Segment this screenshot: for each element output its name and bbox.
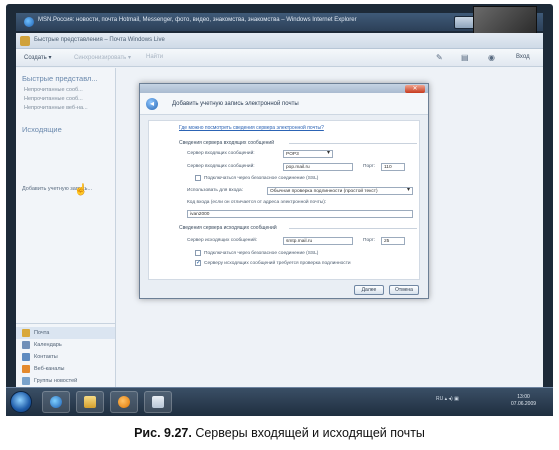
module-feeds[interactable]: Веб-каналы — [22, 364, 65, 374]
outgoing-port-input[interactable]: 25 — [381, 237, 405, 245]
newsgroups-icon — [22, 377, 30, 385]
media-player-icon — [118, 396, 130, 408]
internet-explorer-icon — [50, 396, 62, 408]
outgoing-server-input[interactable]: smtp.mail.ru — [283, 237, 353, 245]
quick-view-item[interactable]: Непрочитанные сооб... — [24, 87, 83, 93]
dialog-close-button[interactable]: ✕ — [405, 85, 425, 93]
checkbox-box[interactable] — [195, 175, 201, 181]
incoming-server-input[interactable]: pop.mail.ru — [283, 163, 353, 171]
checkbox-box[interactable] — [195, 250, 201, 256]
quick-view-item[interactable]: Непрочитанные сооб... — [24, 96, 83, 102]
dialog-body: Где можно посмотреть сведения сервера эл… — [148, 120, 420, 280]
help-icon[interactable]: ◉ — [488, 53, 495, 62]
module-mail[interactable]: Почта — [22, 328, 49, 338]
server-type-label: Сервер входящих сообщений: — [187, 151, 255, 156]
internet-explorer-icon — [24, 17, 34, 27]
pen-icon[interactable]: ✎ — [436, 53, 443, 62]
port-label: Порт: — [363, 238, 376, 243]
screen-photo-frame: MSN.Россия: новости, почта Hotmail, Mess… — [6, 4, 553, 416]
outbox-heading[interactable]: Исходящие — [22, 125, 62, 134]
outgoing-auth-checkbox[interactable]: ✓ Серверу исходящих сообщений требуется … — [195, 260, 351, 266]
signin-button[interactable]: Вход — [516, 54, 530, 60]
mail-icon — [152, 396, 164, 408]
rss-feed-icon — [22, 365, 30, 373]
taskbar-ie[interactable] — [42, 391, 70, 413]
checkbox-label: Подключаться через безопасное соединение… — [204, 175, 319, 181]
taskbar-media-player[interactable] — [110, 391, 138, 413]
cancel-button[interactable]: Отмена — [389, 285, 419, 295]
sidebar-divider — [16, 323, 116, 324]
contacts-icon — [22, 353, 30, 361]
outgoing-ssl-checkbox[interactable]: Подключаться через безопасное соединение… — [195, 250, 318, 256]
mail-toolbar: Создать ▾ Синхронизировать ▾ Найти ✎ ▤ ◉… — [16, 49, 543, 67]
ie-window-title: MSN.Россия: новости, почта Hotmail, Mess… — [38, 17, 357, 23]
module-label: Почта — [34, 330, 50, 336]
clock-time: 13:00 — [517, 394, 530, 400]
checkbox-label: Серверу исходящих сообщений требуется пр… — [204, 260, 351, 266]
module-newsgroups[interactable]: Группы новостей — [22, 376, 77, 386]
clock-date: 07.06.2009 — [511, 401, 537, 407]
sync-button[interactable]: Синхронизировать ▾ — [74, 54, 131, 61]
quick-views-heading[interactable]: Быстрые представл... — [22, 74, 98, 83]
folder-sidebar: Быстрые представл... Непрочитанные сооб.… — [16, 68, 116, 391]
figure-caption: Рис. 9.27. Серверы входящей и исходящей … — [0, 426, 559, 440]
mail-app-icon — [20, 36, 30, 46]
next-button[interactable]: Далее — [354, 285, 384, 295]
incoming-port-input[interactable]: 110 — [381, 163, 405, 171]
clock[interactable]: 13:00 07.06.2009 — [511, 394, 536, 408]
server-help-link[interactable]: Где можно посмотреть сведения сервера эл… — [179, 125, 324, 131]
section-divider — [289, 143, 417, 144]
outgoing-section-heading: Сведения сервера исходящих сообщений — [179, 225, 277, 231]
server-type-select[interactable]: POP3 — [283, 150, 333, 158]
login-id-input[interactable]: ivan2000 — [187, 210, 413, 218]
back-arrow-icon[interactable]: ◂ — [146, 98, 158, 110]
mouse-cursor-icon: ☝ — [74, 184, 88, 196]
folder-icon — [84, 396, 96, 408]
ie-titlebar: MSN.Россия: новости, почта Hotmail, Mess… — [16, 13, 543, 31]
module-contacts[interactable]: Контакты — [22, 352, 58, 362]
dialog-titlebar: ✕ — [140, 84, 428, 93]
auth-method-select[interactable]: Обычная проверка подлинности (простой те… — [267, 187, 413, 195]
window-thumbnail-preview — [473, 6, 537, 34]
module-label: Календарь — [34, 342, 62, 348]
add-email-account-dialog: ✕ ◂ Добавить учетную запись электронной … — [139, 83, 429, 299]
incoming-ssl-checkbox[interactable]: Подключаться через безопасное соединение… — [195, 175, 318, 181]
incoming-section-heading: Сведения сервера входящих сообщений — [179, 140, 274, 146]
menu-icon[interactable]: ▤ — [461, 53, 469, 62]
taskbar-explorer[interactable] — [76, 391, 104, 413]
incoming-server-label: Сервер входящих сообщений: — [187, 164, 255, 169]
section-divider — [289, 228, 417, 229]
figure-caption-text: Серверы входящей и исходящей почты — [195, 426, 425, 440]
create-button[interactable]: Создать ▾ — [24, 54, 51, 61]
find-button[interactable]: Найти — [146, 54, 163, 60]
outgoing-server-label: Сервер исходящих сообщений: — [187, 238, 258, 243]
quick-view-item[interactable]: Непрочитанные веб-на... — [24, 105, 88, 111]
module-calendar[interactable]: Календарь — [22, 340, 62, 350]
login-id-label: Код входа (если он отличается от адреса … — [187, 200, 327, 205]
start-button-icon[interactable] — [10, 391, 32, 413]
module-label: Группы новостей — [34, 378, 78, 384]
checkbox-checked-icon[interactable]: ✓ — [195, 260, 201, 266]
port-label: Порт: — [363, 164, 376, 169]
dialog-title: Добавить учетную запись электронной почт… — [172, 101, 299, 107]
calendar-icon — [22, 341, 30, 349]
checkbox-label: Подключаться через безопасное соединение… — [204, 250, 319, 256]
mail-icon — [22, 329, 30, 337]
mail-window-title: Быстрые представления – Почта Windows Li… — [34, 37, 165, 43]
auth-method-label: Использовать для входа: — [187, 188, 243, 193]
windows-taskbar: RU ▴ ◂) ▣ 13:00 07.06.2009 — [6, 387, 553, 416]
module-label: Контакты — [34, 354, 58, 360]
system-tray[interactable]: RU ▴ ◂) ▣ — [436, 396, 459, 402]
dialog-header: ◂ Добавить учетную запись электронной по… — [140, 93, 428, 115]
figure-number: Рис. 9.27. — [134, 426, 192, 440]
mail-titlebar: Быстрые представления – Почта Windows Li… — [16, 33, 543, 49]
module-label: Веб-каналы — [34, 366, 65, 372]
taskbar-mail[interactable] — [144, 391, 172, 413]
